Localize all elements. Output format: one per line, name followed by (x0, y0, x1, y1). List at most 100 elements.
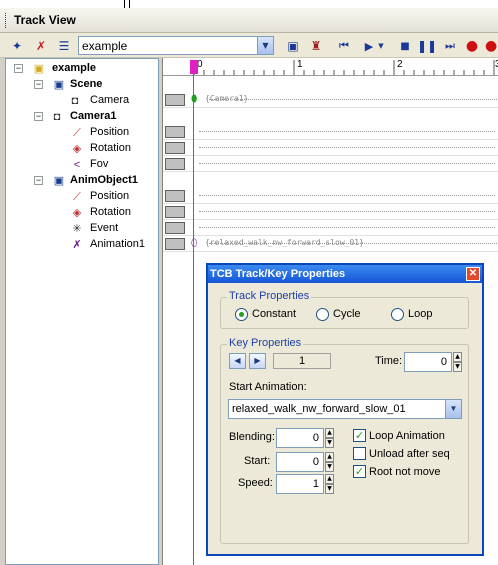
start-input[interactable]: 0 (276, 452, 324, 472)
constant-radio[interactable] (235, 308, 248, 321)
cycle-label: Cycle (333, 308, 361, 320)
start-animation-label: Start Animation: (229, 381, 307, 393)
go-to-start-icon[interactable]: ⏮ (335, 37, 353, 55)
time-ruler[interactable]: 0 1 2 3 (163, 58, 498, 76)
sequence-select-value: example (82, 39, 128, 53)
start-animation-select[interactable]: relaxed_walk_nw_forward_slow_01 ▼ (228, 399, 462, 419)
track-row-animation[interactable]: ⬯ {relaxed_walk_nw_forward_slow_01} (163, 236, 498, 252)
collapse-icon[interactable]: − (34, 80, 43, 89)
track-row-position[interactable] (163, 124, 498, 140)
track-toggle-button[interactable] (165, 206, 185, 218)
speed-input[interactable]: 1 (276, 474, 324, 494)
start-spinner[interactable]: ▲ ▼ (325, 452, 334, 472)
track-toggle-button[interactable] (165, 222, 185, 234)
track-row-fov[interactable] (163, 156, 498, 172)
group-label: Track Properties (227, 290, 312, 302)
track-row-event[interactable] (163, 220, 498, 236)
node-options-icon[interactable]: ☰ (55, 37, 73, 55)
group-label: Key Properties (227, 337, 304, 349)
loop-animation-label: Loop Animation (369, 430, 445, 442)
go-to-end-icon[interactable]: ⏭ (441, 37, 459, 55)
rotation-icon: ◈ (72, 143, 82, 155)
start-animation-value: relaxed_walk_nw_forward_slow_01 (232, 403, 406, 415)
ruler-ticks (193, 60, 495, 75)
time-input[interactable]: 0 (404, 352, 452, 372)
camera-key-icon[interactable]: ⬮ (191, 94, 197, 105)
play-dropdown-icon[interactable]: ▼ (376, 37, 386, 55)
key-index: 1 (273, 353, 331, 369)
start-value: 0 (312, 456, 319, 468)
tree-node-label: Position (90, 190, 130, 202)
speed-spinner[interactable]: ▲ ▼ (325, 474, 334, 494)
blending-label: Blending: (229, 431, 275, 443)
prev-key-button[interactable]: ◀ (229, 353, 246, 369)
delete-node-icon[interactable]: ✗ (32, 37, 50, 55)
time-value: 0 (440, 356, 447, 368)
add-key-icon[interactable]: ▣ (284, 37, 302, 55)
sequence-icon: ▣ (33, 63, 45, 75)
loop-radio[interactable] (391, 308, 404, 321)
entity-icon: ▣ (53, 175, 65, 187)
track-row-position[interactable] (163, 188, 498, 204)
collapse-icon[interactable]: − (14, 64, 23, 73)
add-node-icon[interactable]: ✦ (8, 37, 26, 55)
tree-node-label: Camera (90, 94, 130, 106)
track-toggle-button[interactable] (165, 142, 185, 154)
tree-node-label: Event (90, 222, 119, 234)
cycle-radio[interactable] (316, 308, 329, 321)
event-icon: ✳ (72, 223, 82, 235)
start-label: Start: (244, 455, 271, 467)
collapse-icon[interactable]: − (34, 176, 43, 185)
scene-icon: ▣ (53, 79, 65, 91)
drag-grip-icon[interactable] (5, 13, 8, 28)
pause-icon[interactable]: ❚❚ (417, 37, 437, 55)
playhead-handle[interactable] (190, 60, 198, 74)
speed-value: 1 (312, 478, 319, 490)
loop-animation-checkbox[interactable]: ✓ (353, 429, 366, 442)
time-label: Time: (375, 355, 403, 367)
stop-icon[interactable]: ■ (396, 37, 414, 55)
track-toggle-button[interactable] (165, 94, 185, 106)
sequence-select[interactable]: example ▼ (78, 36, 274, 55)
background-strip (0, 0, 498, 8)
playhead-line[interactable] (193, 60, 194, 565)
record-camera-icon[interactable]: ♜ (307, 37, 325, 55)
chevron-down-icon[interactable]: ▼ (445, 400, 461, 418)
track-line (199, 195, 495, 196)
blending-value: 0 (312, 432, 319, 444)
track-toggle-button[interactable] (165, 238, 185, 250)
animation-key-label: {relaxed_walk_nw_forward_slow_01} (205, 238, 364, 247)
track-toggle-button[interactable] (165, 190, 185, 202)
combo-dropdown-icon[interactable]: ▼ (257, 37, 273, 54)
track-row-rotation[interactable] (163, 204, 498, 220)
track-toggle-button[interactable] (165, 158, 185, 170)
root-not-move-checkbox[interactable]: ✓ (353, 465, 366, 478)
time-spinner[interactable]: ▲ ▼ (453, 352, 462, 372)
collapse-icon[interactable]: − (34, 112, 43, 121)
title-bar[interactable]: Track View (0, 8, 498, 33)
blending-input[interactable]: 0 (276, 428, 324, 448)
speed-label: Speed: (238, 477, 273, 489)
record-icon[interactable]: ● (463, 37, 481, 55)
dialog-title-bar[interactable]: TCB Track/Key Properties ✕ (208, 265, 482, 283)
record-2-icon[interactable]: ● (485, 37, 498, 55)
tree-node-label: Animation1 (90, 238, 146, 250)
track-line (199, 211, 495, 212)
next-key-button[interactable]: ▶ (249, 353, 266, 369)
close-icon[interactable]: ✕ (466, 267, 480, 281)
tree-node-label: Position (90, 126, 130, 138)
animation-key-icon[interactable]: ⬯ (191, 238, 197, 249)
camera-key-label: {Camera1} (205, 94, 249, 103)
track-line (199, 163, 495, 164)
track-toggle-button[interactable] (165, 126, 185, 138)
root-not-move-label: Root not move (369, 466, 441, 478)
track-row-rotation[interactable] (163, 140, 498, 156)
track-line (199, 227, 495, 228)
tree-node-label: example (52, 62, 97, 74)
tree-node-label: Rotation (90, 142, 131, 154)
blending-spinner[interactable]: ▲ ▼ (325, 428, 334, 448)
track-line (199, 147, 495, 148)
dialog-title: TCB Track/Key Properties (210, 268, 346, 280)
unload-after-seq-checkbox[interactable] (353, 447, 366, 460)
track-row-scene[interactable]: ⬮ {Camera1} (163, 92, 498, 108)
